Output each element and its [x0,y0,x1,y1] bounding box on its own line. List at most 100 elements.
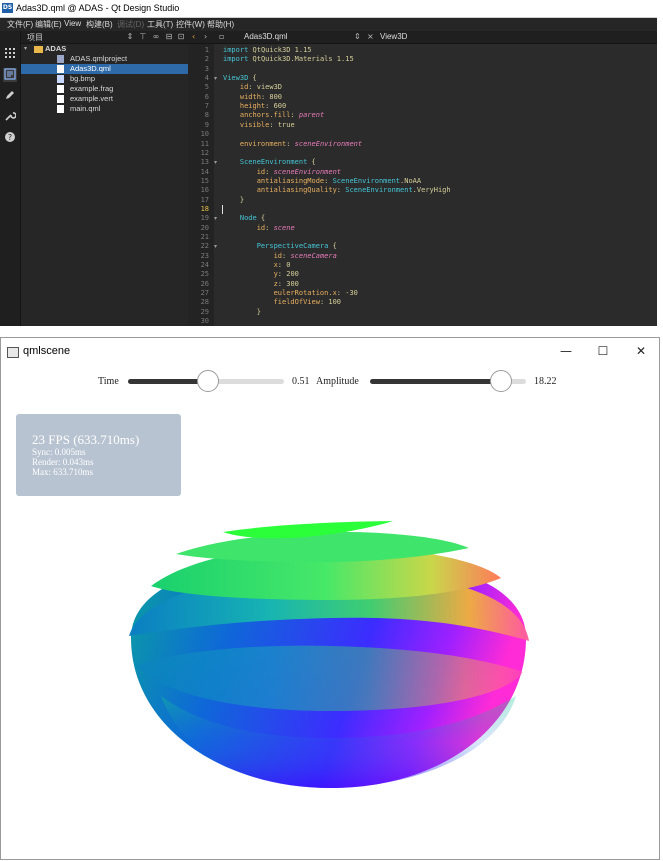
line-number: 19 [200,214,209,223]
line-number: 15 [200,176,209,185]
code-line: } [223,307,261,316]
expand-arrow-icon[interactable]: ▾ [24,44,27,54]
code-line: id: view3D [239,83,283,92]
close-panel-icon[interactable]: ⊡ [176,31,186,43]
tree-item[interactable]: example.vert [21,94,188,104]
code-line: PerspectiveCamera { [256,242,337,251]
ide-menu-bar: 文件(F) 编辑(E) View 构建(B) 调试(D) 工具(T) 控件(W)… [0,18,657,31]
line-number: 27 [200,289,209,298]
line-number: 16 [200,186,209,195]
menu-edit[interactable]: 编辑(E) [35,19,62,30]
line-number: 23 [200,251,209,260]
fold-marker-icon[interactable]: ▾ [214,214,217,223]
edit-mode-icon[interactable] [3,68,17,82]
tree-item[interactable]: bg.bmp [21,74,188,84]
tree-item-label: ADAS [45,44,67,53]
code-line: eulerRotation.x: -30 [273,289,358,298]
line-number: 11 [200,139,209,148]
file-lock-icon: ▫ [219,32,225,41]
code-line: anchors.fill: parent [239,111,325,120]
menu-debug[interactable]: 调试(D) [117,19,144,30]
ide-title-bar: DS Adas3D.qml @ ADAS - Qt Design Studio [0,0,657,18]
file-file-icon [57,105,64,113]
qmlscene-window: qmlscene — ☐ ✕ Time 0.51 Amplitude 18.22… [0,337,660,860]
code-line: import QtQuick3D.Materials 1.15 [223,55,354,64]
file-file-icon [57,85,64,93]
filter-icon[interactable]: ⊤ [138,31,148,43]
code-line: width: 800 [239,92,283,101]
code-line: } [223,195,245,204]
projects-mode-wrench-icon[interactable] [3,110,17,124]
line-number: 25 [200,270,209,279]
menu-controls[interactable]: 控件(W) [176,19,205,30]
image-file-icon [57,75,64,83]
welcome-mode-icon[interactable] [3,47,17,61]
tree-item-label: example.frag [70,84,114,93]
line-number: 13 [200,158,209,167]
ide-window-title: Adas3D.qml @ ADAS - Qt Design Studio [16,3,180,13]
minimize-icon[interactable]: — [554,342,578,360]
file-file-icon [57,95,64,103]
tree-item-label: example.vert [70,94,113,103]
tree-item[interactable]: main.qml [21,104,188,114]
folder-file-icon [34,46,43,53]
3d-wave-mesh-render[interactable] [1,366,659,858]
svg-text:?: ? [8,133,12,142]
fold-marker-icon[interactable]: ▾ [214,74,217,83]
qmlscene-title-bar: qmlscene — ☐ ✕ [1,338,659,366]
tree-item-label: Adas3D.qml [70,64,111,73]
line-number: 18 [200,204,209,213]
line-number: 30 [200,317,209,326]
line-number: 14 [200,167,209,176]
line-number: 10 [200,130,209,139]
code-line: fieldOfView: 100 [273,298,342,307]
line-number: 29 [200,307,209,316]
back-arrow-icon[interactable]: ‹ [192,31,195,43]
code-line: id: sceneCamera [273,251,337,260]
design-mode-pencil-icon[interactable] [3,89,17,103]
help-mode-icon[interactable]: ? [3,131,17,145]
menu-view[interactable]: View [64,19,81,28]
line-number: 28 [200,298,209,307]
menu-help[interactable]: 帮助(H) [207,19,234,30]
code-line: height: 600 [239,102,287,111]
symbol-selector[interactable]: View3D [380,32,407,41]
qds-app-icon: DS [2,3,13,13]
maximize-icon[interactable]: ☐ [591,342,615,360]
code-line: antialiasingMode: SceneEnvironment.NoAA [256,176,422,185]
menu-tools[interactable]: 工具(T) [147,19,173,30]
text-cursor [222,204,223,214]
forward-arrow-icon[interactable]: › [204,31,207,43]
close-icon[interactable]: ✕ [629,342,653,360]
tree-item[interactable]: Adas3D.qml [21,64,188,74]
line-number: 9 [204,120,209,129]
fold-marker-icon[interactable]: ▾ [214,158,217,167]
menu-file[interactable]: 文件(F) [7,19,33,30]
open-file-name[interactable]: Adas3D.qml [244,32,288,41]
fold-marker-icon[interactable]: ▾ [214,242,217,251]
code-line: Node { [239,214,266,223]
qmlscene-window-title: qmlscene [23,345,71,357]
tree-item[interactable]: ▾ ADAS [21,44,188,54]
line-number: 8 [204,111,209,120]
menu-build[interactable]: 构建(B) [86,19,113,30]
view-selector-chevron-icon[interactable]: ⇕ [125,31,135,43]
close-document-icon[interactable]: × [367,31,374,43]
tree-item[interactable]: ADAS.qmlproject [21,54,188,64]
line-number-gutter: 1 2 3 4 5 6 7 8 9 10 11 12 13 14 15 16 17 18 19 20 21 22 23 24 2… [188,44,214,326]
project-tree-panel: 项目 ⇕ ⊤ ∞ ⊟ ⊡ ▾ ADAS ADAS.qmlproject Adas3D.… [21,31,188,326]
tree-item[interactable]: example.frag [21,84,188,94]
file-selector-chevron-icon[interactable]: ⇕ [354,31,361,43]
window-app-icon [7,347,19,358]
link-icon[interactable]: ∞ [151,31,161,43]
code-line: SceneEnvironment { [239,158,316,167]
code-line: import QtQuick3D 1.15 [223,46,312,54]
line-number: 1 [204,46,209,54]
split-icon[interactable]: ⊟ [164,31,174,43]
code-line: id: scene [256,223,295,232]
qt-design-studio-window: DS Adas3D.qml @ ADAS - Qt Design Studio … [0,0,657,326]
code-line: environment: sceneEnvironment [239,139,363,148]
line-number: 26 [200,279,209,288]
tree-item-label: main.qml [70,104,101,113]
code-line: View3D { [223,74,257,83]
